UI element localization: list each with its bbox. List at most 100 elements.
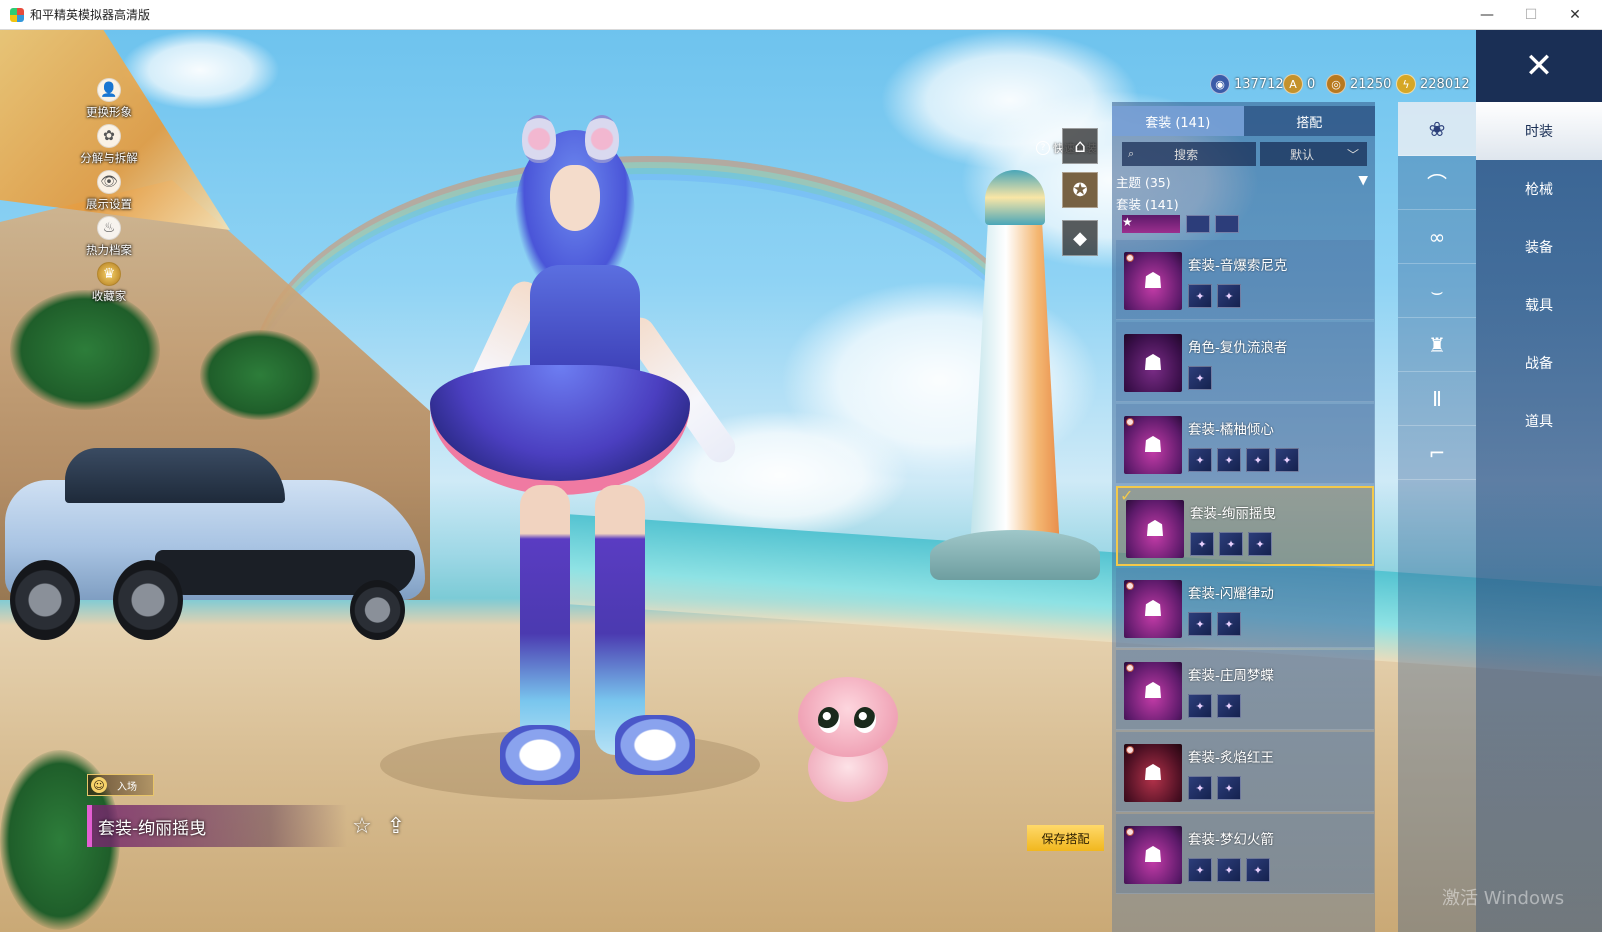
character-face <box>550 165 600 231</box>
outfit-thumbnail: ☗ <box>1124 826 1182 884</box>
part-thumb[interactable]: ✦ <box>1275 448 1299 472</box>
part-thumb <box>1186 215 1210 233</box>
part-thumb[interactable]: ✦ <box>1217 448 1241 472</box>
part-thumb[interactable]: ✦ <box>1188 366 1212 390</box>
item-name: 套装-庄周梦蝶 <box>1188 668 1274 684</box>
category-props[interactable]: 道具 <box>1476 392 1602 450</box>
pants-icon[interactable]: Ⅱ <box>1398 372 1476 426</box>
search-icon: ⌕ <box>1128 147 1135 160</box>
part-thumb[interactable]: ✦ <box>1217 858 1241 882</box>
sort-value: 默认 <box>1290 147 1315 162</box>
search-input[interactable]: ⌕ 搜索 <box>1122 142 1256 166</box>
menu-label: 热力档案 <box>86 243 132 257</box>
tab-suits[interactable]: 套装 (141) <box>1112 106 1244 136</box>
maximize-button[interactable]: ☐ <box>1509 0 1553 30</box>
close-icon[interactable]: ✕ <box>1525 49 1554 83</box>
wardrobe-icon[interactable]: ⌂ <box>1062 128 1098 164</box>
part-thumb[interactable]: ✦ <box>1190 532 1214 556</box>
shoes-icon[interactable]: ⌐ <box>1398 426 1476 480</box>
part-thumb[interactable]: ✦ <box>1217 612 1241 636</box>
part-thumb[interactable]: ✦ <box>1188 612 1212 636</box>
coupon-icon: ◉ <box>1210 74 1230 94</box>
menu-collector[interactable]: ♛ 收藏家 <box>74 262 144 308</box>
activation-watermark: 激活 Windows <box>1442 888 1565 909</box>
favorite-star-icon[interactable]: ☆ <box>348 813 376 839</box>
part-thumb[interactable]: ✦ <box>1188 448 1212 472</box>
category-battle-gear[interactable]: 战备 <box>1476 334 1602 392</box>
menu-label: 更换形象 <box>86 105 132 119</box>
vehicle <box>5 440 425 640</box>
window-titlebar: 和平精英模拟器高清版 — ☐ ✕ <box>0 0 1602 30</box>
outfit-mark-icon <box>1126 254 1134 262</box>
save-outfit-button[interactable]: 保存搭配 <box>1027 825 1104 851</box>
share-icon[interactable]: ⇪ <box>382 813 410 839</box>
item-parts: ✦ ✦ ✦ ✦ <box>1188 448 1304 472</box>
entry-animation-badge[interactable]: ☺ 入场 <box>87 774 154 796</box>
outfit-thumbnail: ☗ <box>1124 252 1182 310</box>
part-thumb[interactable]: ✦ <box>1246 858 1270 882</box>
currency-3: ◎ 21250 <box>1326 72 1391 96</box>
category-fashion[interactable]: 时装 <box>1476 102 1602 160</box>
item-parts: ✦ ✦ ✦ <box>1188 858 1275 882</box>
currency-value: 21250 <box>1350 76 1392 92</box>
list-item[interactable]: ☗ 套装-炙焰红王 ✦ ✦ <box>1116 732 1374 812</box>
part-thumb[interactable]: ✦ <box>1248 532 1272 556</box>
necklace-icon[interactable]: ⌣ <box>1398 264 1476 318</box>
list-item-partial[interactable]: ★ <box>1122 215 1372 233</box>
palm-tree <box>10 290 160 410</box>
part-thumb[interactable]: ✦ <box>1188 776 1212 800</box>
menu-change-appearance[interactable]: 👤 更换形象 <box>74 78 144 124</box>
part-thumb[interactable]: ✦ <box>1217 284 1241 308</box>
triangle-down-icon: ▼ <box>1358 172 1368 187</box>
help-icon: ? <box>1036 141 1050 155</box>
category-equipment[interactable]: 装备 <box>1476 218 1602 276</box>
list-item[interactable]: ☗ 套装-庄周梦蝶 ✦ ✦ <box>1116 650 1374 730</box>
list-item-selected[interactable]: ✓ ☗ 套装-绚丽摇曳 ✦ ✦ ✦ <box>1116 486 1374 566</box>
window-title: 和平精英模拟器高清版 <box>30 8 151 22</box>
list-item[interactable]: ☗ 角色-复仇流浪者 ✦ <box>1116 322 1374 402</box>
badge-icon[interactable]: ✪ <box>1062 172 1098 208</box>
vehicle-wheel <box>113 560 183 640</box>
star-icon: ★ <box>1122 215 1180 233</box>
part-thumb[interactable]: ✦ <box>1188 284 1212 308</box>
character-bunny-ear <box>585 115 619 163</box>
item-name: 角色-复仇流浪者 <box>1188 340 1288 356</box>
sort-dropdown[interactable]: 默认 ﹀ <box>1260 142 1367 166</box>
category-weapons[interactable]: 枪械 <box>1476 160 1602 218</box>
flame-icon: ♨ <box>97 216 121 240</box>
part-thumb[interactable]: ✦ <box>1217 694 1241 718</box>
window-close-button[interactable]: ✕ <box>1553 0 1597 30</box>
diamond-icon[interactable]: ◆ <box>1062 220 1098 256</box>
minimize-button[interactable]: — <box>1465 0 1509 30</box>
item-parts: ✦ ✦ <box>1188 694 1246 718</box>
outfit-thumbnail: ☗ <box>1124 334 1182 392</box>
top-icon[interactable]: ♜ <box>1398 318 1476 372</box>
menu-heat-archive[interactable]: ♨ 热力档案 <box>74 216 144 262</box>
currency-4: ϟ 228012 <box>1396 72 1470 96</box>
smiley-icon: ☺ <box>91 777 107 793</box>
menu-decompose[interactable]: ✿ 分解与拆解 <box>74 124 144 170</box>
part-thumb[interactable]: ✦ <box>1188 694 1212 718</box>
part-thumb <box>1215 215 1239 233</box>
category-column: 时装 枪械 装备 载具 战备 道具 <box>1476 102 1602 932</box>
theme-filter[interactable]: 主题 (35) ▼ <box>1116 172 1368 190</box>
outfit-mark-icon <box>1126 418 1134 426</box>
hat-icon[interactable]: ⌒ <box>1398 156 1476 210</box>
tab-combos[interactable]: 搭配 <box>1243 106 1375 136</box>
item-parts: ✦ ✦ <box>1188 612 1246 636</box>
outfit-icon[interactable]: ❀ <box>1398 102 1476 156</box>
part-thumb[interactable]: ✦ <box>1188 858 1212 882</box>
part-thumb[interactable]: ✦ <box>1219 532 1243 556</box>
list-item[interactable]: ☗ 套装-梦幻火箭 ✦ ✦ ✦ <box>1116 814 1374 894</box>
palm-tree <box>200 330 320 420</box>
list-item[interactable]: ☗ 套装-音爆索尼克 ✦ ✦ <box>1116 240 1374 320</box>
game-viewport: 👤 更换形象 ✿ 分解与拆解 👁 展示设置 ♨ 热力档案 ♛ 收藏家 ☺ 入场 … <box>0 30 1602 932</box>
part-thumb[interactable]: ✦ <box>1217 776 1241 800</box>
part-thumb[interactable]: ✦ <box>1246 448 1270 472</box>
list-item[interactable]: ☗ 套装-橘柚倾心 ✦ ✦ ✦ ✦ <box>1116 404 1374 484</box>
glasses-icon[interactable]: ∞ <box>1398 210 1476 264</box>
menu-display-settings[interactable]: 👁 展示设置 <box>74 170 144 216</box>
category-vehicles[interactable]: 载具 <box>1476 276 1602 334</box>
outfit-thumbnail: ☗ <box>1124 416 1182 474</box>
list-item[interactable]: ☗ 套装-闪耀律动 ✦ ✦ <box>1116 568 1374 648</box>
